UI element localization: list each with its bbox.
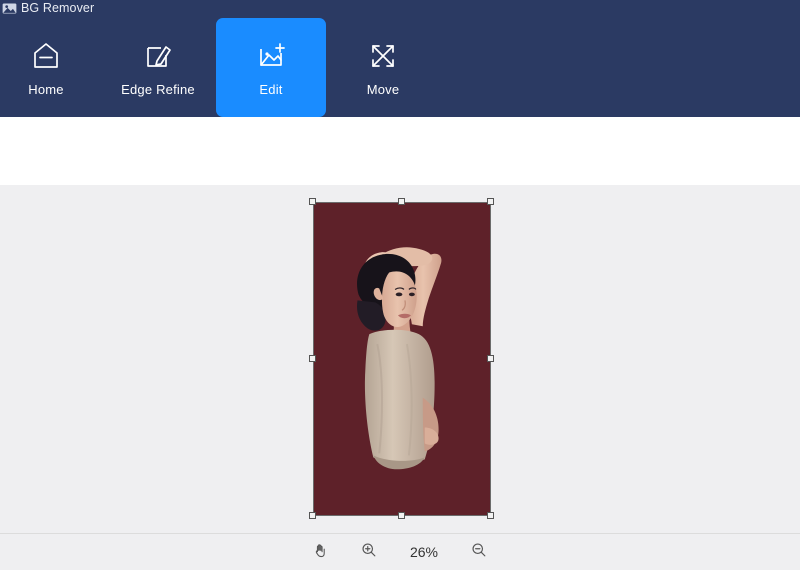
home-icon: [29, 39, 63, 73]
edge-refine-icon: [141, 39, 175, 73]
edited-photo[interactable]: [313, 202, 491, 516]
zoom-out-icon: [471, 542, 487, 563]
window-title: BG Remover: [21, 1, 94, 15]
nav-label-move: Move: [367, 82, 400, 97]
pan-tool-button[interactable]: [310, 541, 332, 563]
zoom-in-button[interactable]: [358, 541, 380, 563]
resize-handle-top-left[interactable]: [309, 198, 316, 205]
nav-item-edge-refine[interactable]: Edge Refine: [103, 18, 213, 117]
resize-handle-bottom-left[interactable]: [309, 512, 316, 519]
resize-handle-middle-right[interactable]: [487, 355, 494, 362]
image-canvas[interactable]: [0, 185, 800, 533]
nav-item-home[interactable]: Home: [0, 18, 101, 117]
hand-icon: [313, 542, 329, 563]
app-window: BG Remover Home Edge Refine: [0, 0, 800, 570]
main-navigation: Home Edge Refine Edit: [0, 16, 800, 117]
resize-handle-bottom-right[interactable]: [487, 512, 494, 519]
resize-handle-top-center[interactable]: [398, 198, 405, 205]
resize-handle-top-right[interactable]: [487, 198, 494, 205]
nav-label-edge-refine: Edge Refine: [121, 82, 195, 97]
move-arrows-icon: [366, 39, 400, 73]
resize-handle-bottom-center[interactable]: [398, 512, 405, 519]
edit-image-icon: [254, 39, 288, 73]
title-bar: BG Remover: [0, 0, 800, 16]
resize-handle-middle-left[interactable]: [309, 355, 316, 362]
zoom-out-button[interactable]: [468, 541, 490, 563]
nav-label-edit: Edit: [259, 82, 282, 97]
zoom-in-icon: [361, 542, 377, 563]
edit-toolbar: Color Image Local Online: [0, 117, 800, 185]
selected-image-frame[interactable]: [313, 202, 491, 516]
nav-item-edit[interactable]: Edit: [216, 18, 326, 117]
image-cloud-icon: [2, 2, 17, 15]
zoom-status-bar: 26%: [0, 533, 800, 570]
nav-item-move[interactable]: Move: [328, 18, 438, 117]
nav-label-home: Home: [28, 82, 63, 97]
person-cutout: [314, 203, 490, 515]
zoom-level-value: 26%: [406, 544, 442, 560]
